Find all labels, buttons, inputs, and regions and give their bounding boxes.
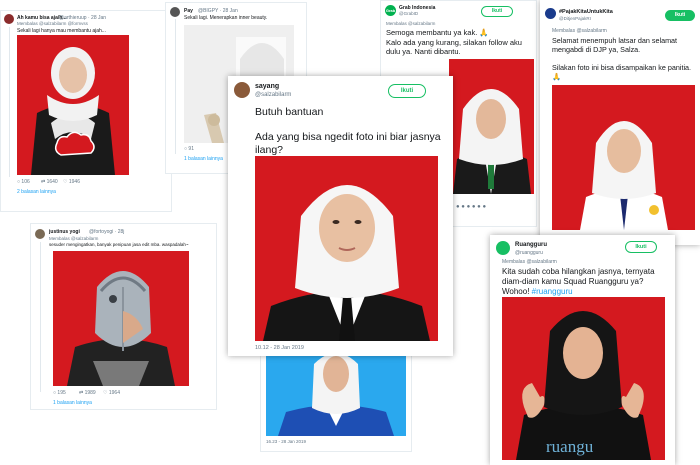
tweet-photo[interactable] bbox=[17, 35, 129, 175]
tweet-text: Selamat menempuh latsar dan selamat meng… bbox=[552, 36, 692, 81]
reply-icon[interactable]: ○ 195 bbox=[53, 390, 66, 396]
timestamp[interactable]: 10.12 - 28 Jan 2019 bbox=[255, 345, 304, 351]
shirt-text: ruangu bbox=[546, 437, 594, 456]
reply-to[interactable]: Membalas @salzabilarm bbox=[502, 259, 557, 265]
reply-to[interactable]: Membalas @salzabilarm bbox=[49, 236, 98, 241]
follow-button[interactable]: Ikuti bbox=[388, 84, 426, 98]
reply-to[interactable]: Membalas @salzabilarm @formvss bbox=[17, 21, 88, 26]
thread-line bbox=[40, 242, 41, 392]
reply-to[interactable]: Membalas @salzabilarm bbox=[386, 21, 435, 26]
more-replies-link[interactable]: 2 balasan lainnya bbox=[17, 189, 56, 195]
more-replies-link[interactable]: 1 balasan lainnya bbox=[184, 156, 223, 162]
avatar-grab-logo[interactable]: Grab bbox=[385, 5, 396, 16]
tweet-photo[interactable] bbox=[266, 354, 406, 436]
avatar[interactable] bbox=[234, 82, 250, 98]
tweet-text: Sekali lagi hanya mau membantu ajah... bbox=[17, 28, 106, 34]
avatar[interactable] bbox=[170, 7, 180, 17]
tweet-photo[interactable] bbox=[53, 251, 189, 386]
ruangguru-portrait bbox=[516, 311, 651, 460]
tweet-text: Butuh bantuan Ada yang bisa ngedit foto … bbox=[255, 106, 441, 156]
follow-button[interactable]: Ikuti bbox=[665, 10, 695, 21]
author-name[interactable]: Ruangguru bbox=[515, 242, 547, 248]
tweet-card-ruangguru: Ruangguru @ruangguru Ikuti Membalas @sal… bbox=[490, 235, 675, 465]
tweet-card-main: sayang @salzabilarm Ikuti Butuh bantuan … bbox=[228, 76, 453, 356]
more-replies-link[interactable]: 1 balasan lainnya bbox=[53, 400, 92, 406]
masked-portrait bbox=[67, 271, 175, 386]
author-handle[interactable]: @BIGPY · 28 Jan bbox=[198, 8, 238, 14]
retweet-icon[interactable]: ⇄ 1989 bbox=[79, 390, 96, 396]
tweet-text: Sekali lagi. Menerapkan inner beauty. bbox=[184, 15, 268, 21]
grab-portrait bbox=[453, 89, 531, 194]
author-name[interactable]: Pay bbox=[184, 8, 193, 14]
avatar[interactable] bbox=[4, 14, 14, 24]
main-portrait bbox=[263, 185, 430, 341]
like-icon[interactable]: ♡ 1964 bbox=[103, 390, 120, 396]
tweet-photo[interactable] bbox=[255, 156, 438, 341]
follow-button[interactable]: Ikuti bbox=[481, 6, 513, 17]
tweet-photo[interactable] bbox=[552, 85, 695, 230]
tweet-card-justinus: justinus yogi @fortoyogi · 28j Membalas … bbox=[30, 223, 217, 410]
author-name[interactable]: justinus yogi bbox=[49, 229, 80, 235]
author-handle[interactable]: @fortoyogi · 28j bbox=[89, 229, 124, 235]
author-handle[interactable]: @salzabilarm bbox=[255, 92, 291, 98]
author-name[interactable]: sayang bbox=[255, 83, 279, 90]
author-handle[interactable]: @GrabID bbox=[399, 11, 418, 16]
author-name[interactable]: #PajakKitaUntukKita bbox=[559, 9, 613, 15]
djp-portrait bbox=[580, 121, 668, 230]
retweet-icon[interactable]: ⇄ 1640 bbox=[41, 179, 58, 185]
avatar[interactable] bbox=[35, 229, 45, 239]
timestamp[interactable]: 16.23 - 28 Jan 2019 bbox=[266, 439, 306, 444]
tweet-photo[interactable] bbox=[449, 59, 534, 194]
follow-button[interactable]: Ikuti bbox=[625, 241, 657, 253]
tweet-text: sesuder mengingatkan, banyak penipuan ja… bbox=[49, 242, 189, 247]
thread-line bbox=[175, 19, 176, 154]
author-handle[interactable]: @DitjenPajakRI bbox=[559, 16, 591, 21]
tweet-text: Kita sudah coba hilangkan jasnya, ternya… bbox=[502, 267, 672, 297]
tweet-card-blue: 16.23 - 28 Jan 2019 bbox=[260, 350, 412, 452]
avatar-ruangguru-logo[interactable] bbox=[496, 241, 510, 255]
hashtag-link[interactable]: #ruangguru bbox=[532, 287, 573, 296]
reply-to[interactable]: Membalas @salzabilarm bbox=[552, 28, 607, 34]
tweet-text-plain: Kita sudah coba hilangkan jasnya, ternya… bbox=[502, 267, 655, 296]
blue-portrait bbox=[278, 354, 394, 436]
avatar-djp-logo[interactable] bbox=[545, 8, 556, 19]
reaction-icons: ● ● ● ● ● ● bbox=[456, 204, 487, 210]
reply-icon[interactable]: ○ 91 bbox=[184, 146, 194, 152]
tweet-card-djp: #PajakKitaUntukKita @DitjenPajakRI Ikuti… bbox=[540, 0, 700, 245]
author-handle[interactable]: @ruangguru bbox=[515, 250, 543, 256]
like-icon[interactable]: ♡ 1946 bbox=[63, 179, 80, 185]
thread-line bbox=[9, 27, 10, 177]
tweet-card-akatsuki: Ah kamu bisa aja/h... @arthieruup · 28 J… bbox=[0, 10, 172, 212]
reply-icon[interactable]: ○ 106 bbox=[17, 179, 30, 185]
tweet-text: Semoga membantu ya kak. 🙏 Kalo ada yang … bbox=[386, 28, 522, 56]
tweet-photo[interactable]: ruangu bbox=[502, 297, 665, 460]
akatsuki-portrait bbox=[31, 47, 115, 175]
